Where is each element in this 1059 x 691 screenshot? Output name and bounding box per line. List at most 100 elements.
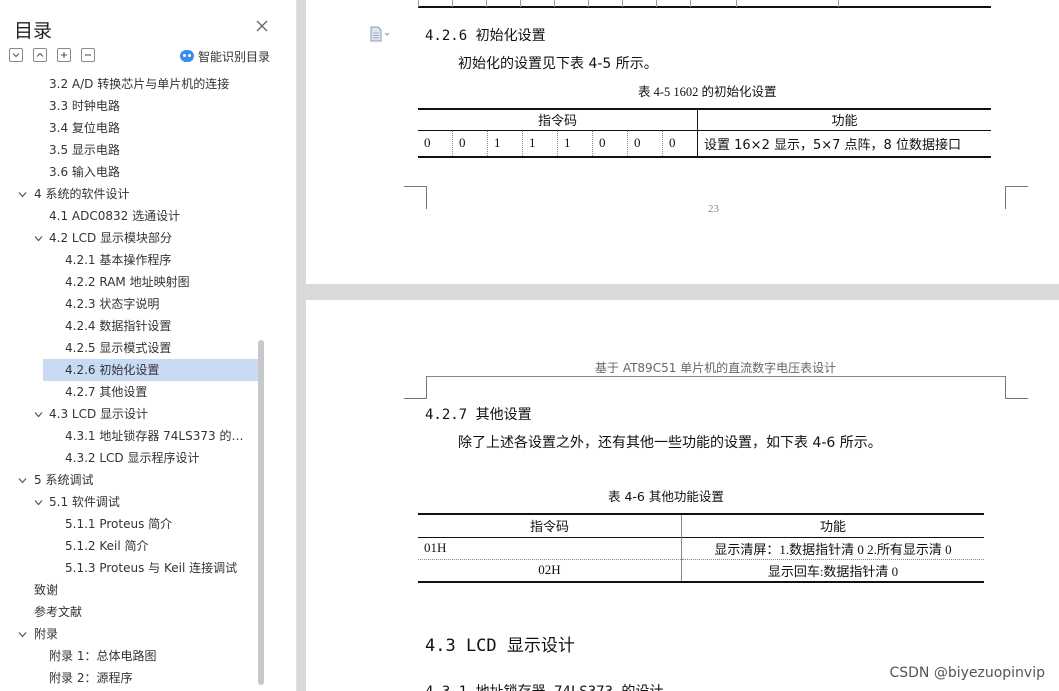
chevron-down-icon[interactable] xyxy=(18,630,27,639)
table-cell: 设置 16×2 显示，5×7 点阵，8 位数据接口 xyxy=(704,137,961,153)
section-heading-4-2-6: 4.2.6 初始化设置 xyxy=(425,28,546,44)
table-row: 指令码 功能 xyxy=(418,109,991,130)
toc-item[interactable]: 4.3.2 LCD 显示程序设计 xyxy=(0,447,258,469)
chevron-down-icon[interactable] xyxy=(34,498,43,507)
table-row: 0 0 1 1 1 0 0 0 设置 16×2 显示，5×7 点阵，8 位数据接… xyxy=(418,130,991,157)
toc-item-label: 4.2 LCD 显示模块部分 xyxy=(49,231,173,245)
toc-panel: 目录 智能识别目录 3.2 A/D 转换芯片与单片机的连接 3.3 时钟电路 3.4… xyxy=(0,0,297,691)
table-4-6-caption: 表 4-6 其他功能设置 xyxy=(608,489,724,504)
toc-item[interactable]: 4.2.1 基本操作程序 xyxy=(0,249,258,271)
page-corner-mark xyxy=(1005,186,1028,209)
toc-item-label: 4.1 ADC0832 选通设计 xyxy=(49,209,181,223)
table-cell: 02H xyxy=(418,559,682,582)
paragraph-4-2-6: 初始化的设置见下表 4-5 所示。 xyxy=(458,56,658,72)
table-cell: 显示清屏：1.数据指针清 0 2.所有显示清 0 xyxy=(714,541,952,557)
toc-item-label: 4 系统的软件设计 xyxy=(34,187,130,201)
table-cell: 显示回车:数据指针清 0 xyxy=(767,563,899,579)
toc-item-label: 5.1.1 Proteus 简介 xyxy=(65,517,173,531)
paragraph-4-2-7: 除了上述各设置之外，还有其他一些功能的设置，如下表 4-6 所示。 xyxy=(458,435,882,451)
table-4-5: 指令码 功能 0 0 1 1 1 0 0 0 设置 16×2 显示，5×7 点阵… xyxy=(418,108,991,158)
page-number: 23 xyxy=(708,203,719,215)
prev-table-fragment xyxy=(418,0,991,8)
watermark: CSDN @biyezuopinvip xyxy=(889,665,1045,681)
running-head: 基于 AT89C51 单片机的直流数字电压表设计 xyxy=(595,361,837,375)
chevron-down-icon[interactable] xyxy=(34,234,43,243)
toc-item[interactable]: 4.3.1 地址锁存器 74LS373 的设计 xyxy=(0,425,258,447)
toc-item[interactable]: 4.2.7 其他设置 xyxy=(0,381,258,403)
minus-icon[interactable] xyxy=(81,48,95,62)
toc-item[interactable]: 4.2.4 数据指针设置 xyxy=(0,315,258,337)
toc-item-label: 附录 xyxy=(34,627,59,641)
toc-list: 3.2 A/D 转换芯片与单片机的连接 3.3 时钟电路 3.4 复位电路 3.5 显… xyxy=(0,73,258,689)
table-cell: 0 xyxy=(592,130,628,157)
toc-item[interactable]: 4.2.2 RAM 地址映射图 xyxy=(0,271,258,293)
toc-item-label: 4.3.1 地址锁存器 74LS373 的设计 xyxy=(65,429,252,443)
chevron-down-icon[interactable] xyxy=(34,410,43,419)
toc-item-label: 3.4 复位电路 xyxy=(49,121,120,135)
page-corner-mark xyxy=(404,186,427,209)
plus-icon[interactable] xyxy=(57,48,71,62)
table-cell: 0 xyxy=(452,130,488,157)
toc-item[interactable]: 附录 2：源程序 xyxy=(0,667,258,689)
toc-item-label: 5 系统调试 xyxy=(34,473,94,487)
toc-item-label: 致谢 xyxy=(34,583,59,597)
table-row: 02H 显示回车:数据指针清 0 xyxy=(418,559,984,582)
toc-item[interactable]: 5.1.1 Proteus 简介 xyxy=(0,513,258,535)
table-cell: 0 xyxy=(418,130,453,157)
toc-item[interactable]: 3.6 输入电路 xyxy=(0,161,258,183)
table-row: 01H 显示清屏：1.数据指针清 0 2.所有显示清 0 xyxy=(418,537,984,559)
section-heading-4-3-1: 4.3.1 地址锁存器 74LS373 的设计 xyxy=(425,681,663,691)
chevron-down-icon[interactable] xyxy=(18,476,27,485)
toc-item[interactable]: 3.3 时钟电路 xyxy=(0,95,258,117)
header-rule xyxy=(426,376,1006,377)
toc-item[interactable]: 5.1.3 Proteus 与 Keil 连接调试 xyxy=(0,557,258,579)
toc-item[interactable]: 4.2.6 初始化设置 xyxy=(43,359,258,381)
document-icon[interactable] xyxy=(369,26,391,42)
toc-item-label: 3.3 时钟电路 xyxy=(49,99,120,113)
section-heading-4-2-7: 4.2.7 其他设置 xyxy=(425,407,532,423)
toc-item[interactable]: 4.3 LCD 显示设计 xyxy=(0,403,258,425)
toc-item[interactable]: 4 系统的软件设计 xyxy=(0,183,258,205)
table-4-6: 指令码 功能 01H 显示清屏：1.数据指针清 0 2.所有显示清 0 02H … xyxy=(418,513,984,583)
table-4-5-caption: 表 4-5 1602 的初始化设置 xyxy=(638,85,777,99)
smart-toc-button[interactable]: 智能识别目录 xyxy=(180,48,270,64)
toc-item-label: 参考文献 xyxy=(34,605,83,619)
toc-item[interactable]: 3.4 复位电路 xyxy=(0,117,258,139)
toc-item[interactable]: 4.2.5 显示模式设置 xyxy=(0,337,258,359)
toc-item-label: 4.2.4 数据指针设置 xyxy=(65,319,172,333)
toc-item[interactable]: 参考文献 xyxy=(0,601,258,623)
toc-item[interactable]: 5.1 软件调试 xyxy=(0,491,258,513)
toc-item[interactable]: 附录 1：总体电路图 xyxy=(0,645,258,667)
toc-item[interactable]: 3.5 显示电路 xyxy=(0,139,258,161)
section-heading-4-3: 4.3 LCD 显示设计 xyxy=(425,636,575,656)
toc-item-label: 4.2.7 其他设置 xyxy=(65,385,148,399)
toc-item[interactable]: 4.2 LCD 显示模块部分 xyxy=(0,227,258,249)
scrollbar-thumb[interactable] xyxy=(258,340,264,685)
toc-item-label: 附录 1：总体电路图 xyxy=(49,649,157,663)
toc-toolbar xyxy=(9,48,95,64)
table-cell: 0 xyxy=(627,130,663,157)
toc-item-label: 3.2 A/D 转换芯片与单片机的连接 xyxy=(49,77,230,91)
expand-all-icon[interactable] xyxy=(9,48,23,62)
page-23: 4.2.6 初始化设置 初始化的设置见下表 4-5 所示。 表 4-5 1602… xyxy=(306,0,1059,284)
toc-item[interactable]: 4.1 ADC0832 选通设计 xyxy=(0,205,258,227)
chevron-down-icon[interactable] xyxy=(18,190,27,199)
toc-item[interactable]: 附录 xyxy=(0,623,258,645)
toc-title: 目录 xyxy=(14,20,53,42)
toc-item-label: 4.2.2 RAM 地址映射图 xyxy=(65,275,190,289)
page-24: 基于 AT89C51 单片机的直流数字电压表设计 4.2.7 其他设置 除了上述… xyxy=(306,300,1059,691)
toc-item[interactable]: 3.2 A/D 转换芯片与单片机的连接 xyxy=(0,73,258,95)
toc-item[interactable]: 致谢 xyxy=(0,579,258,601)
toc-item-label: 附录 2：源程序 xyxy=(49,671,133,685)
toc-item-label: 4.2.1 基本操作程序 xyxy=(65,253,172,267)
collapse-all-icon[interactable] xyxy=(33,48,47,62)
toc-item-label: 5.1 软件调试 xyxy=(49,495,120,509)
table-header-cell: 功能 xyxy=(831,113,858,129)
close-icon[interactable] xyxy=(254,18,270,34)
robot-icon xyxy=(180,50,194,62)
toc-item[interactable]: 4.2.3 状态字说明 xyxy=(0,293,258,315)
toc-item-label: 4.3.2 LCD 显示程序设计 xyxy=(65,451,200,465)
toc-item[interactable]: 5.1.2 Keil 简介 xyxy=(0,535,258,557)
toc-item[interactable]: 5 系统调试 xyxy=(0,469,258,491)
table-header-cell: 指令码 xyxy=(418,514,682,537)
